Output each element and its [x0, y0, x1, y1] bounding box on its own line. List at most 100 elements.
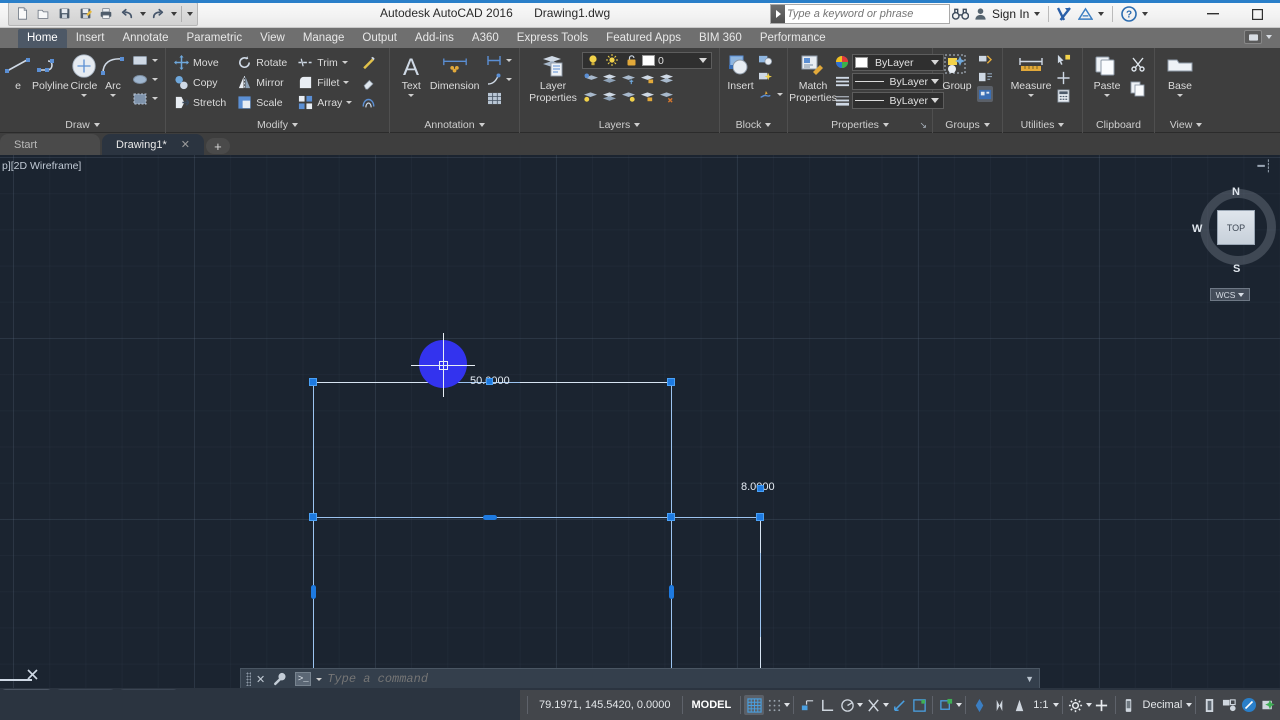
ellipse-dropdown-icon[interactable] — [152, 78, 158, 81]
command-history-dropdown-icon[interactable] — [316, 677, 323, 681]
ribbon-tab-manage[interactable]: Manage — [294, 29, 354, 48]
measure-button[interactable]: Measure — [1007, 50, 1055, 97]
file-tab-start[interactable]: Start — [0, 134, 100, 155]
grip-point[interactable] — [667, 378, 675, 386]
circle-button[interactable]: Circle — [69, 50, 99, 97]
command-input-bar[interactable]: ✕ >_ ▼ — [240, 668, 1040, 690]
view-cube-face[interactable]: TOP — [1217, 210, 1255, 245]
polar-icon[interactable] — [837, 695, 857, 715]
panel-annotation-expand-icon[interactable] — [478, 123, 485, 127]
panel-utilities-title[interactable]: Utilities — [1003, 117, 1082, 133]
line-button[interactable]: e — [4, 50, 32, 92]
panel-utilities-expand-icon[interactable] — [1058, 123, 1065, 127]
panel-block-title[interactable]: Block — [720, 117, 787, 133]
ribbon-tab-home[interactable]: Home — [18, 29, 67, 48]
group-button[interactable]: Group — [937, 50, 977, 92]
dimension-button[interactable]: Dimension — [428, 50, 481, 92]
ribbon-tab-a360[interactable]: A360 — [463, 29, 508, 48]
save-as-button[interactable] — [75, 4, 95, 24]
ribbon-tab-express-tools[interactable]: Express Tools — [508, 29, 597, 48]
point-icon[interactable] — [1055, 70, 1071, 86]
save-file-button[interactable] — [54, 4, 74, 24]
object-lineweight-selector[interactable]: ByLayer — [852, 92, 944, 109]
infocenter-search[interactable] — [770, 4, 950, 24]
selection-cycling-icon[interactable] — [936, 695, 956, 715]
close-icon[interactable]: ✕ — [256, 673, 265, 686]
binoculars-icon[interactable] — [952, 3, 969, 25]
panel-groups-title[interactable]: Groups — [933, 117, 1002, 133]
grip-point[interactable] — [309, 513, 317, 521]
layer-isolate-icon[interactable] — [601, 71, 617, 87]
text-dropdown-icon[interactable] — [408, 94, 415, 97]
search-input[interactable] — [787, 8, 937, 20]
panel-groups-expand-icon[interactable] — [983, 123, 990, 127]
layer-delete-icon[interactable] — [658, 89, 674, 105]
ribbon-tab-output[interactable]: Output — [353, 29, 406, 48]
rect-middle-edge[interactable] — [313, 517, 761, 518]
file-tab-drawing1[interactable]: Drawing1* ✕ — [102, 134, 204, 155]
arc-dropdown-icon[interactable] — [110, 94, 116, 97]
clean-screen-icon[interactable] — [1239, 695, 1259, 715]
minimize-button[interactable] — [1190, 0, 1235, 28]
rectangle-button[interactable] — [129, 52, 161, 69]
layer-on-icon[interactable] — [658, 71, 674, 87]
wrench-icon[interactable] — [270, 669, 290, 689]
layer-merge-icon[interactable] — [601, 89, 617, 105]
layer-dropdown-icon[interactable] — [699, 58, 707, 63]
quick-select-icon[interactable] — [1055, 52, 1071, 68]
snap-dropdown-icon[interactable] — [784, 703, 791, 707]
match-properties-button[interactable]: Match Properties — [789, 50, 837, 104]
maximize-button[interactable] — [1235, 0, 1280, 28]
paste-button[interactable]: Paste — [1087, 50, 1127, 97]
group-edit-icon[interactable] — [977, 69, 993, 85]
erase-button[interactable] — [357, 74, 379, 91]
redo-button[interactable] — [148, 4, 168, 24]
object-color-selector[interactable]: ByLayer — [852, 54, 944, 71]
hatch-dropdown-icon[interactable] — [152, 97, 158, 100]
close-icon[interactable]: ✕ — [181, 138, 190, 151]
units-icon[interactable] — [1119, 695, 1139, 715]
rectangle-dropdown-icon[interactable] — [152, 59, 158, 62]
view-cube-north-label[interactable]: N — [1232, 186, 1240, 198]
help-question-icon[interactable]: ? — [1121, 3, 1138, 25]
linear-dimension-dropdown-icon[interactable] — [506, 59, 512, 62]
panel-layers-title[interactable]: Layers — [520, 117, 719, 133]
osnap-icon[interactable] — [863, 695, 883, 715]
grip-point[interactable] — [309, 378, 317, 386]
block-attributes-dropdown-icon[interactable] — [777, 93, 783, 96]
ribbon-minimize-icon[interactable] — [1244, 30, 1262, 44]
coordinate-display[interactable]: 79.1971, 145.5420, 0.0000 — [531, 699, 679, 711]
layer-thaw-icon[interactable] — [620, 89, 636, 105]
person-icon[interactable] — [974, 3, 987, 25]
layer-unlock-icon[interactable] — [639, 89, 655, 105]
leader-dropdown-icon[interactable] — [506, 78, 512, 81]
offset-button[interactable] — [357, 94, 379, 111]
units-dropdown-icon[interactable] — [1186, 703, 1193, 707]
scale-button[interactable]: Scale — [233, 94, 290, 111]
infer-constraints-icon[interactable] — [797, 695, 817, 715]
dim-text-grip[interactable] — [486, 378, 493, 385]
panel-annotation-title[interactable]: Annotation — [390, 117, 519, 133]
layer-unisolate-icon[interactable] — [582, 89, 598, 105]
panel-properties-expand-icon[interactable] — [882, 123, 889, 127]
fillet-dropdown-icon[interactable] — [343, 81, 350, 84]
explode-button[interactable] — [357, 54, 379, 71]
layer-freeze-icon[interactable] — [620, 71, 636, 87]
search-dropdown-icon[interactable] — [771, 5, 785, 23]
layer-lock-icon[interactable] — [639, 71, 655, 87]
table-button[interactable] — [483, 90, 515, 107]
view-cube[interactable]: TOP N S W WCS — [1186, 175, 1276, 301]
space-toggle[interactable]: MODEL — [686, 699, 738, 711]
ribbon-tab-performance[interactable]: Performance — [751, 29, 835, 48]
stretch-button[interactable]: Stretch — [170, 94, 229, 111]
leader-button[interactable] — [483, 71, 515, 88]
ellipse-button[interactable] — [129, 71, 161, 88]
view-cube-south-label[interactable]: S — [1233, 263, 1240, 275]
ortho-icon[interactable] — [817, 695, 837, 715]
unlock-icon[interactable] — [623, 53, 639, 69]
isolate-objects-icon[interactable] — [1219, 695, 1239, 715]
text-button[interactable]: A Text — [394, 50, 428, 97]
rect-left-edge[interactable] — [313, 382, 314, 672]
trim-dropdown-icon[interactable] — [341, 61, 348, 64]
annotation-scale-value[interactable]: 1:1 — [1029, 699, 1052, 711]
